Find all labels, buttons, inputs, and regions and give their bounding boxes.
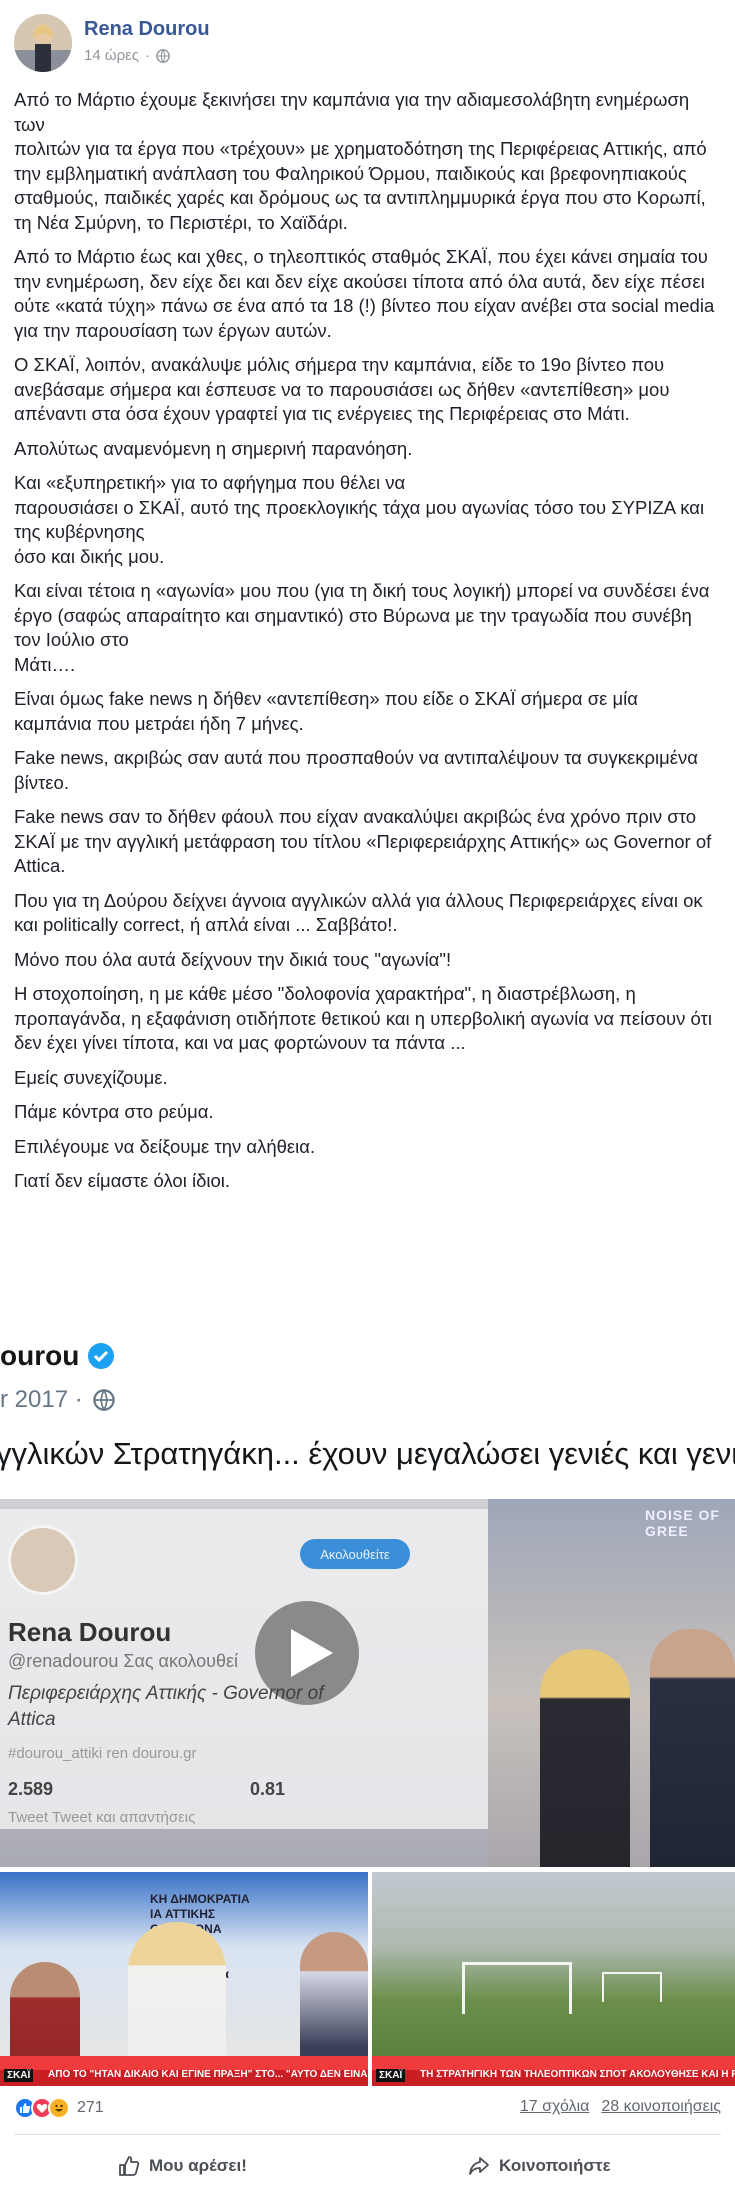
post-paragraph: Είναι όμως fake news η δήθεν «αντεπίθεση…: [14, 688, 638, 734]
post-paragraph: Γιατί δεν είμαστε όλοι ίδιοι.: [14, 1170, 231, 1191]
comments-count-link[interactable]: 17 σχόλια: [520, 2098, 589, 2116]
football-goal: [602, 1972, 662, 2002]
post-paragraph: Από το Μάρτιο έχουμε ξεκινήσει την καμπά…: [14, 89, 707, 233]
avatar: [8, 1525, 78, 1595]
post-paragraph: Fake news σαν το δήθεν φάουλ που είχαν α…: [14, 806, 712, 876]
profile-handle: @renadourou Σας ακολουθεί: [8, 1651, 239, 1671]
tweet-author-name: ourou: [0, 1340, 80, 1371]
post-paragraph: Πάμε κόντρα στο ρεύμα.: [14, 1101, 214, 1122]
post-action-bar: Μου αρέσει! Κοινοποιήστε: [0, 2140, 735, 2194]
post-paragraph: Και είναι τέτοια η «αγωνία» μου που (για…: [14, 580, 710, 675]
post-paragraph: Απολύτως αναμενόμενη η σημερινή παρανόησ…: [14, 437, 413, 459]
profile-links: #dourou_attiki ren dourou.gr: [8, 1745, 197, 1762]
post-paragraph: Και «εξυπηρετική» για το αφήγημα που θέλ…: [14, 472, 705, 567]
post-paragraph: Fake news, ακριβώς σαν αυτά που προσπαθο…: [14, 747, 699, 793]
channel-logo: ΣΚΑΪ: [376, 2069, 406, 2082]
reactions-summary[interactable]: 271: [14, 2094, 104, 2122]
globe-icon: [92, 1389, 115, 1411]
reaction-count[interactable]: 271: [77, 2099, 104, 2117]
post-meta: 14 ώρες ·: [84, 47, 170, 64]
post-paragraph: Εμείς συνεχίζουμε.: [14, 1066, 168, 1088]
video-thumbnail-left[interactable]: ΚΗ ΔΗΜΟΚΡΑΤΙΑ ΙΑ ΑΤΤΙΚΗΣ ΟΣ ΒΥΡΩΝΑ ΥΠΗΡΕ…: [0, 1872, 368, 2086]
shared-media[interactable]: ourou r 2017 · γγλικών Στρατηγάκη... έχο…: [0, 1332, 735, 2086]
globe-icon[interactable]: [156, 48, 170, 63]
post-text: Από το Μάρτιο έχουμε ξεκινήσει την καμπά…: [14, 88, 720, 1204]
channel-logo: NOISE OF GREE: [645, 1507, 720, 1539]
twitter-profile-overlay: Ακολουθείτε Rena Dourou @renadourou Σας …: [0, 1509, 488, 1829]
post-paragraph: Επιλέγουμε να δείξουμε την αλήθεια.: [14, 1135, 316, 1157]
avatar[interactable]: [14, 14, 72, 72]
share-button-label: Κοινοποιήστε: [499, 2156, 611, 2175]
profile-tabs: Tweet Tweet και απαντήσεις: [8, 1809, 196, 1826]
profile-count: 0.81: [250, 1779, 286, 1799]
football-goal: [462, 1962, 572, 2014]
engagement-stats: 17 σχόλια 28 κοινοποιήσεις: [520, 2098, 721, 2116]
follow-button: Ακολουθείτε: [300, 1539, 410, 1569]
tweet-text: γγλικών Στρατηγάκη... έχουν μεγαλώσει γε…: [0, 1436, 735, 1471]
post-time[interactable]: 14 ώρες: [84, 47, 139, 64]
news-ticker: ΣΚΑΪ ΑΠΟ ΤΟ "ΗΤΑΝ ΔΙΚΑΙΟ ΚΑΙ ΕΓΙΝΕ ΠΡΑΞΗ…: [0, 2056, 368, 2086]
facebook-post: Rena Dourou 14 ώρες · Από το Μάρτιο έχου…: [0, 0, 735, 2201]
profile-count: 2.589: [8, 1779, 54, 1799]
like-button[interactable]: Μου αρέσει!: [118, 2148, 247, 2184]
like-button-label: Μου αρέσει!: [149, 2156, 247, 2175]
haha-reaction-icon: [48, 2097, 70, 2119]
post-header: Rena Dourou 14 ώρες ·: [14, 14, 714, 74]
post-paragraph: Μόνο που όλα αυτά δείχνουν την δικιά του…: [14, 948, 452, 970]
video-thumbnail-right[interactable]: ΣΚΑΪ ΤΗ ΣΤΡΑΤΗΓΙΚΗ ΤΩΝ ΤΗΛΕΟΠΤΙΚΩΝ ΣΠΟΤ …: [372, 1872, 735, 2086]
tweet-date-text: r 2017 ·: [0, 1386, 83, 1413]
share-button[interactable]: Κοινοποιήστε: [468, 2148, 611, 2184]
video-thumbnail-main[interactable]: Ακολουθείτε Rena Dourou @renadourou Σας …: [0, 1499, 735, 1867]
share-arrow-icon: [469, 2157, 489, 2175]
presenter-figure: [540, 1649, 630, 1867]
thumbs-up-icon: [119, 2156, 140, 2176]
channel-logo: ΣΚΑΪ: [4, 2069, 34, 2082]
post-paragraph: Η στοχοποίηση, η με κάθε μέσο "δολοφονία…: [14, 983, 712, 1053]
shares-count-link[interactable]: 28 κοινοποιήσεις: [601, 2098, 721, 2116]
profile-name: Rena Dourou: [8, 1617, 172, 1647]
ticker-text: ΤΗ ΣΤΡΑΤΗΓΙΚΗ ΤΩΝ ΤΗΛΕΟΠΤΙΚΩΝ ΣΠΟΤ ΑΚΟΛΟ…: [420, 2069, 735, 2080]
tweet-date: r 2017 ·: [0, 1386, 115, 1414]
news-ticker: ΣΚΑΪ ΤΗ ΣΤΡΑΤΗΓΙΚΗ ΤΩΝ ΤΗΛΕΟΠΤΙΚΩΝ ΣΠΟΤ …: [372, 2056, 735, 2086]
play-icon[interactable]: [255, 1601, 359, 1705]
presenter-figure: [650, 1629, 735, 1867]
tweet-author: ourou: [0, 1340, 115, 1372]
post-paragraph: Που για τη Δούρου δείχνει άγνοια αγγλικώ…: [14, 889, 703, 936]
post-paragraph: Ο ΣΚΑΪ, λοιπόν, ανακάλυψε μόλις σήμερα τ…: [14, 354, 670, 424]
divider: [14, 2134, 721, 2135]
tweet-screenshot: ourou r 2017 · γγλικών Στρατηγάκη... έχο…: [0, 1332, 735, 1499]
verified-icon: [88, 1343, 115, 1369]
ticker-text: ΑΠΟ ΤΟ "ΗΤΑΝ ΔΙΚΑΙΟ ΚΑΙ ΕΓΙΝΕ ΠΡΑΞΗ" ΣΤΟ…: [48, 2069, 368, 2080]
post-paragraph: Από το Μάρτιο έως και χθες, ο τηλεοπτικό…: [14, 246, 715, 341]
author-name[interactable]: Rena Dourou: [84, 18, 210, 41]
